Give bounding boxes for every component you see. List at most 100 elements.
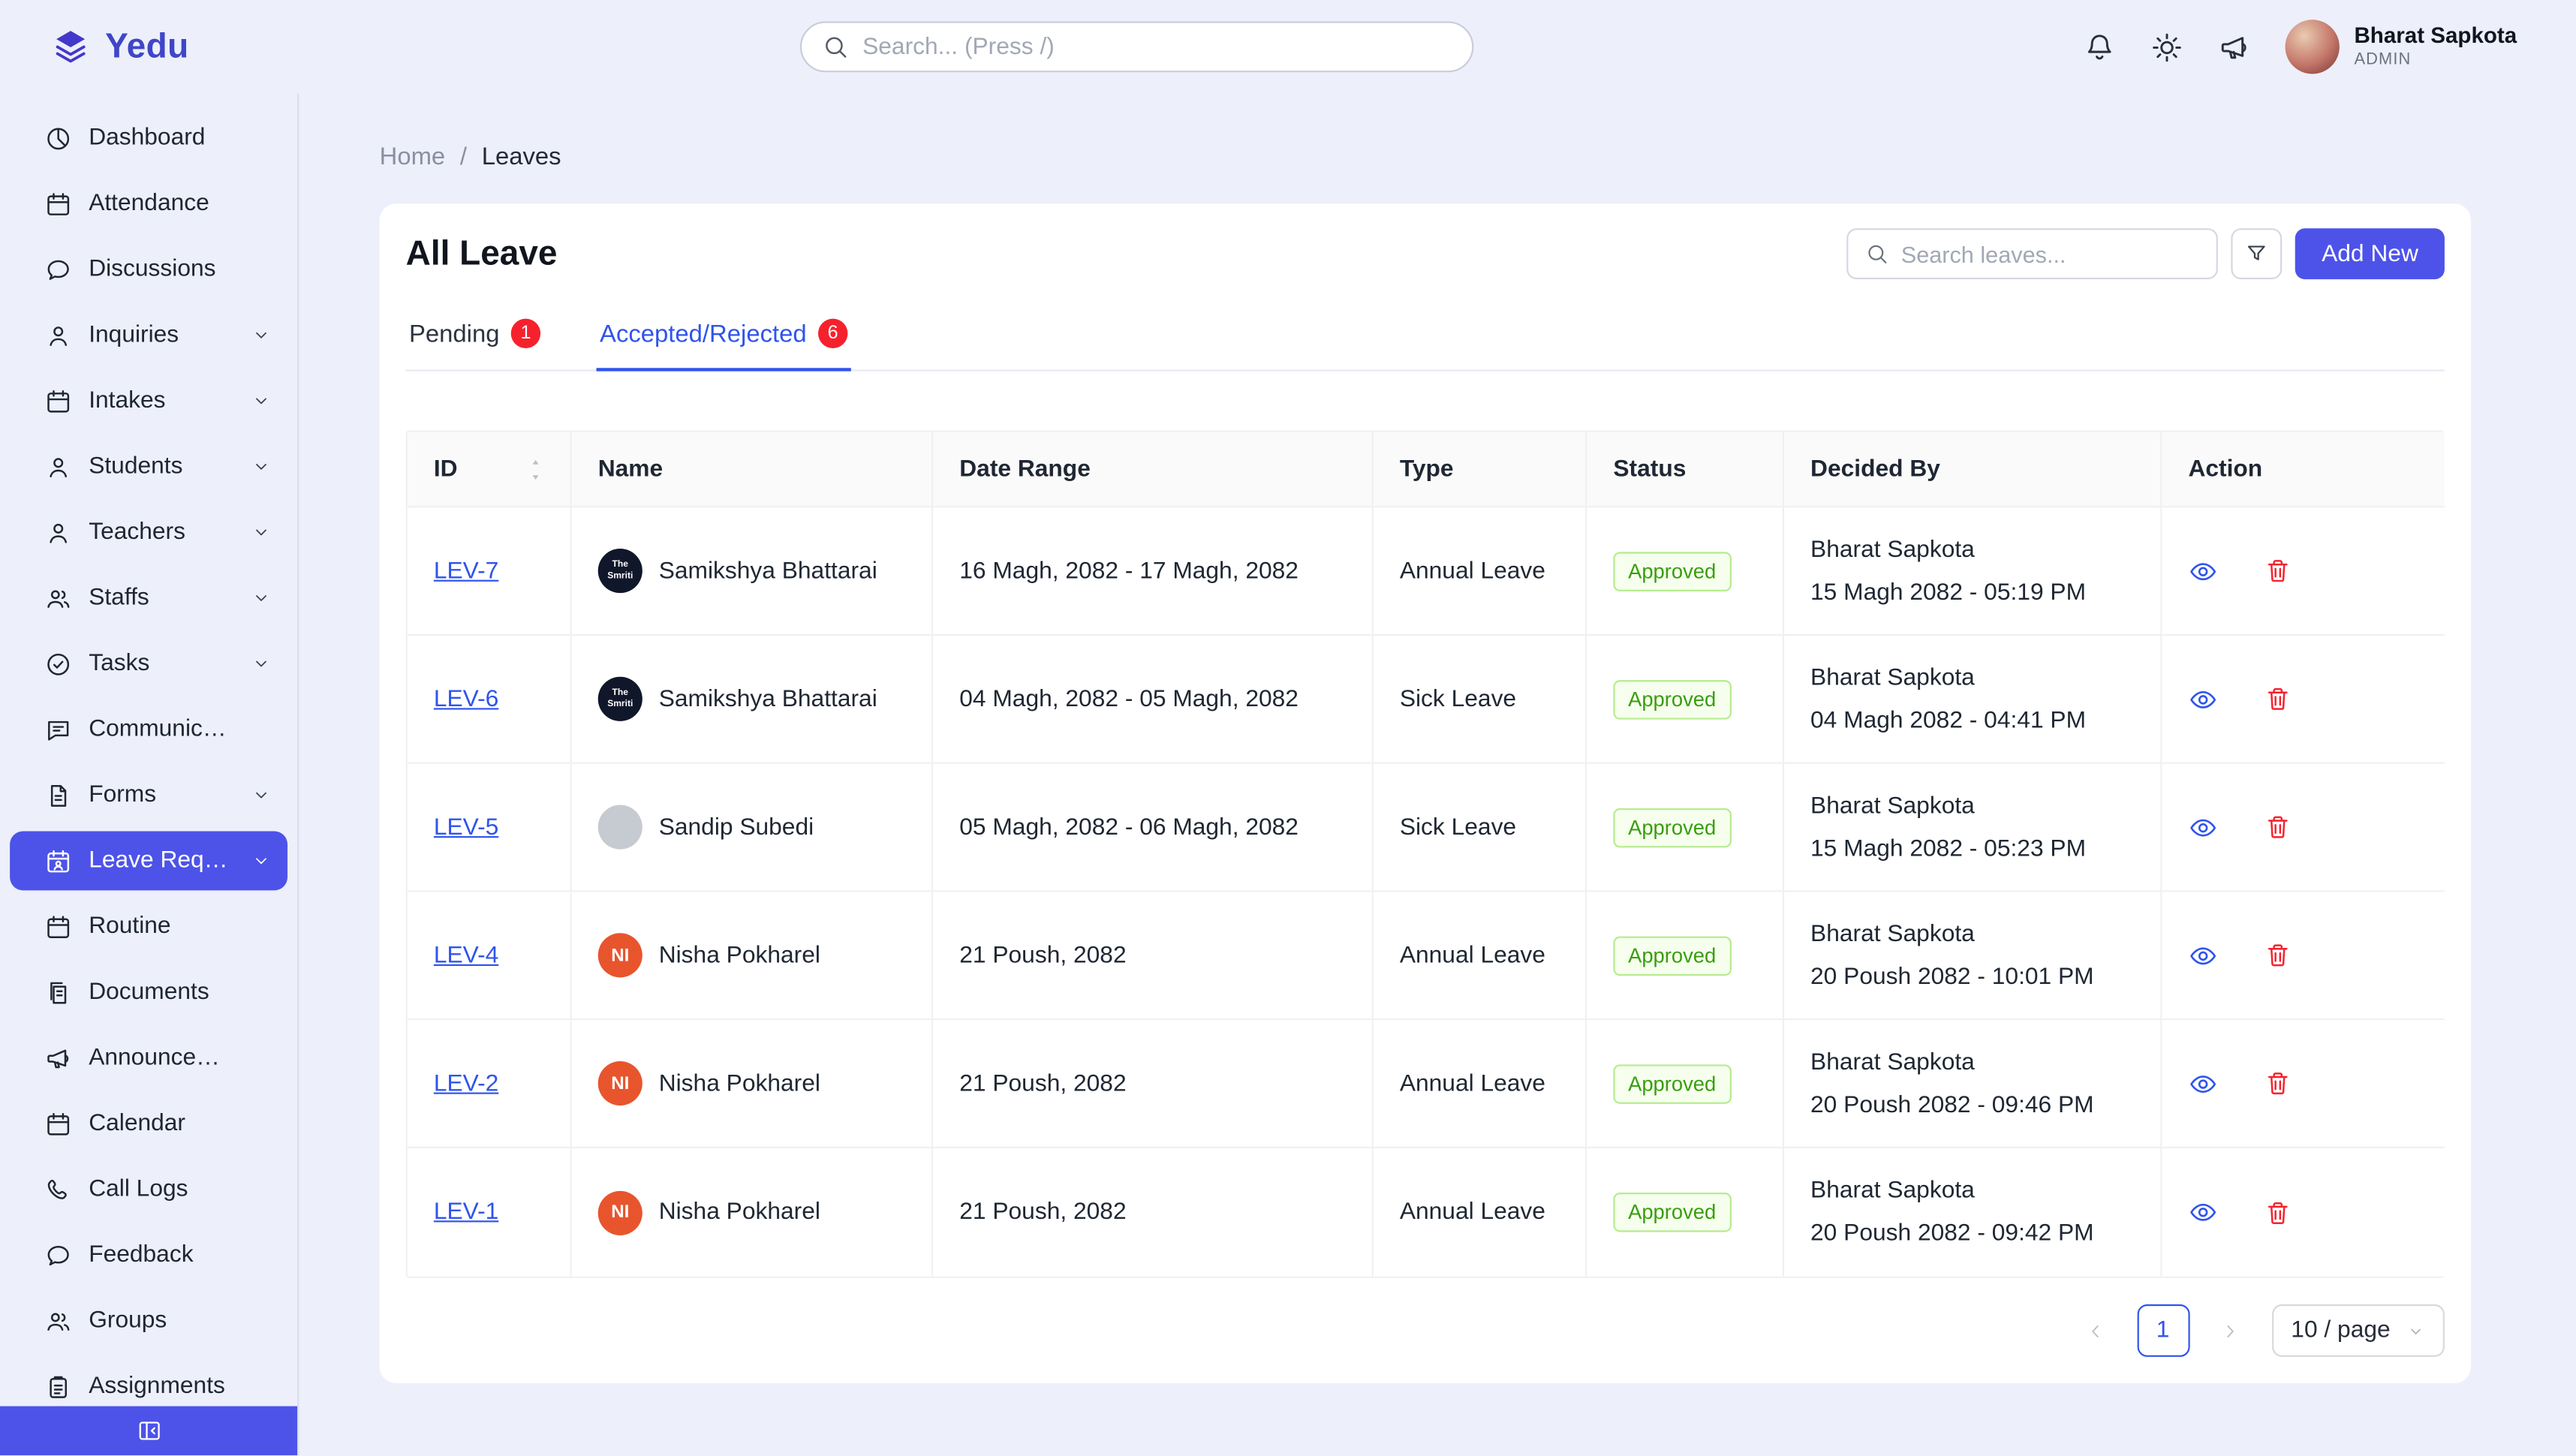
global-search-input[interactable]	[862, 34, 1452, 60]
action-cell	[2188, 1198, 2418, 1227]
view-button[interactable]	[2188, 684, 2217, 714]
sidebar-item-staffs[interactable]: Staffs	[10, 568, 287, 627]
collapse-panel-icon	[136, 1418, 162, 1444]
decided-by-cell: Bharat Sapkota 20 Poush 2082 - 10:01 PM	[1784, 892, 2162, 1021]
delete-button[interactable]	[2264, 1069, 2292, 1097]
notifications-bell-icon[interactable]	[2083, 30, 2116, 63]
global-search[interactable]	[800, 21, 1473, 72]
delete-button[interactable]	[2264, 557, 2292, 585]
sidebar-item-label: Routine	[89, 913, 235, 940]
eye-icon	[2188, 1198, 2217, 1227]
tab-label: Accepted/Rejected	[600, 320, 807, 347]
delete-button[interactable]	[2264, 685, 2292, 713]
leaves-table-wrapper: IDNameDate RangeTypeStatusDecided ByActi…	[406, 430, 2445, 1277]
sidebar-item-routine[interactable]: Routine	[10, 897, 287, 956]
pagination: 1 10 / page	[406, 1304, 2445, 1360]
page-size-value: 10 / page	[2291, 1317, 2390, 1343]
decided-by-name: Bharat Sapkota	[1810, 528, 2134, 571]
name-cell: NI Nisha Pokharel	[598, 1061, 905, 1106]
decided-by-cell: Bharat Sapkota 15 Magh 2082 - 05:23 PM	[1784, 764, 2162, 892]
sidebar-item-inquiries[interactable]: Inquiries	[10, 305, 287, 365]
next-page-button[interactable]	[2209, 1304, 2252, 1357]
add-new-button[interactable]: Add New	[2295, 228, 2445, 279]
leave-id-link[interactable]: LEV-7	[434, 558, 498, 584]
sidebar-item-teachers[interactable]: Teachers	[10, 503, 287, 562]
leave-id-link[interactable]: LEV-6	[434, 686, 498, 712]
yedu-logo-icon	[50, 26, 92, 68]
sidebar-item-communications[interactable]: Communications	[10, 699, 287, 759]
action-cell	[2188, 940, 2418, 970]
phone-icon	[44, 1175, 72, 1203]
employee-name: Samikshya Bhattarai	[659, 686, 877, 712]
sidebar-nav: Dashboard Attendance Discussions Inquiri…	[7, 108, 291, 1415]
sidebar-collapse-button[interactable]	[0, 1406, 297, 1456]
filter-button[interactable]	[2231, 228, 2283, 279]
view-button[interactable]	[2188, 1198, 2217, 1227]
sidebar-item-groups[interactable]: Groups	[10, 1291, 287, 1350]
tab-pending[interactable]: Pending 1	[406, 319, 544, 372]
sidebar-item-label: Intakes	[89, 388, 235, 414]
avatar	[598, 805, 642, 850]
decided-at-time: 20 Poush 2082 - 09:42 PM	[1810, 1212, 2134, 1255]
chevron-down-icon	[2407, 1322, 2425, 1340]
page-number-button[interactable]: 1	[2137, 1304, 2189, 1357]
leave-id-link[interactable]: LEV-5	[434, 814, 498, 841]
sidebar-item-forms[interactable]: Forms	[10, 766, 287, 825]
previous-page-button[interactable]	[2074, 1304, 2117, 1357]
sidebar-item-label: Communications	[89, 716, 235, 742]
sidebar-item-discussions[interactable]: Discussions	[10, 240, 287, 299]
view-button[interactable]	[2188, 940, 2217, 970]
table-row: LEV-4 NI Nisha Pokharel 21 Poush, 2082 A…	[408, 892, 2445, 1021]
calendar-icon	[44, 1110, 72, 1138]
action-cell	[2188, 812, 2418, 841]
leave-id-link[interactable]: LEV-4	[434, 942, 498, 968]
eye-icon	[2188, 812, 2217, 841]
eye-icon	[2188, 556, 2217, 585]
sort-carets-icon[interactable]	[528, 456, 544, 482]
sidebar-item-announcements[interactable]: Announcements	[10, 1028, 287, 1087]
breadcrumb-home[interactable]: Home	[380, 143, 446, 170]
leave-id-link[interactable]: LEV-2	[434, 1070, 498, 1097]
view-button[interactable]	[2188, 812, 2217, 841]
user-menu[interactable]: Bharat Sapkota ADMIN	[2286, 20, 2517, 74]
tab-accepted-rejected[interactable]: Accepted/Rejected 6	[597, 319, 851, 372]
app-logo[interactable]: Yedu	[50, 26, 189, 68]
leaves-card: All Leave Add New Pending 1 Accepte	[380, 203, 2471, 1383]
sidebar-item-label: Announcements	[89, 1045, 235, 1071]
sidebar-item-call-logs[interactable]: Call Logs	[10, 1160, 287, 1219]
delete-button[interactable]	[2264, 1199, 2292, 1226]
view-button[interactable]	[2188, 1069, 2217, 1098]
column-header-id[interactable]: ID	[408, 432, 572, 508]
user-icon	[44, 519, 72, 546]
status-badge: Approved	[1613, 936, 1731, 976]
status-badge: Approved	[1613, 551, 1731, 591]
chat-lines-icon	[44, 715, 72, 743]
leaves-search-input[interactable]	[1901, 241, 2200, 267]
view-button[interactable]	[2188, 556, 2217, 585]
sidebar-item-feedback[interactable]: Feedback	[10, 1226, 287, 1285]
employee-name: Nisha Pokharel	[659, 1070, 820, 1097]
theme-toggle-sun-icon[interactable]	[2150, 30, 2183, 63]
page-size-select[interactable]: 10 / page	[2271, 1304, 2445, 1357]
sidebar-item-tasks[interactable]: Tasks	[10, 634, 287, 693]
sidebar-item-leave-reque[interactable]: Leave Reque...	[10, 832, 287, 891]
sidebar-item-intakes[interactable]: Intakes	[10, 372, 287, 431]
tab-count-badge: 1	[511, 319, 540, 348]
decided-by-name: Bharat Sapkota	[1810, 1041, 2134, 1084]
sidebar-item-attendance[interactable]: Attendance	[10, 174, 287, 233]
date-range-cell: 04 Magh, 2082 - 05 Magh, 2082	[933, 636, 1374, 764]
leave-id-link[interactable]: LEV-1	[434, 1199, 498, 1226]
leave-type-cell: Annual Leave	[1374, 507, 1587, 636]
app-window: Yedu Bharat Sapkota ADMIN Dashboard	[0, 0, 2576, 1455]
sidebar-item-documents[interactable]: Documents	[10, 963, 287, 1022]
delete-button[interactable]	[2264, 813, 2292, 841]
tab-count-badge: 6	[818, 319, 847, 348]
sidebar-item-label: Groups	[89, 1307, 235, 1334]
sidebar-item-calendar[interactable]: Calendar	[10, 1094, 287, 1154]
header-actions: Bharat Sapkota ADMIN	[2083, 20, 2517, 74]
announcements-megaphone-icon[interactable]	[2218, 30, 2251, 63]
delete-button[interactable]	[2264, 941, 2292, 969]
sidebar-item-dashboard[interactable]: Dashboard	[10, 108, 287, 167]
sidebar-item-students[interactable]: Students	[10, 437, 287, 496]
leaves-search[interactable]	[1847, 228, 2219, 279]
